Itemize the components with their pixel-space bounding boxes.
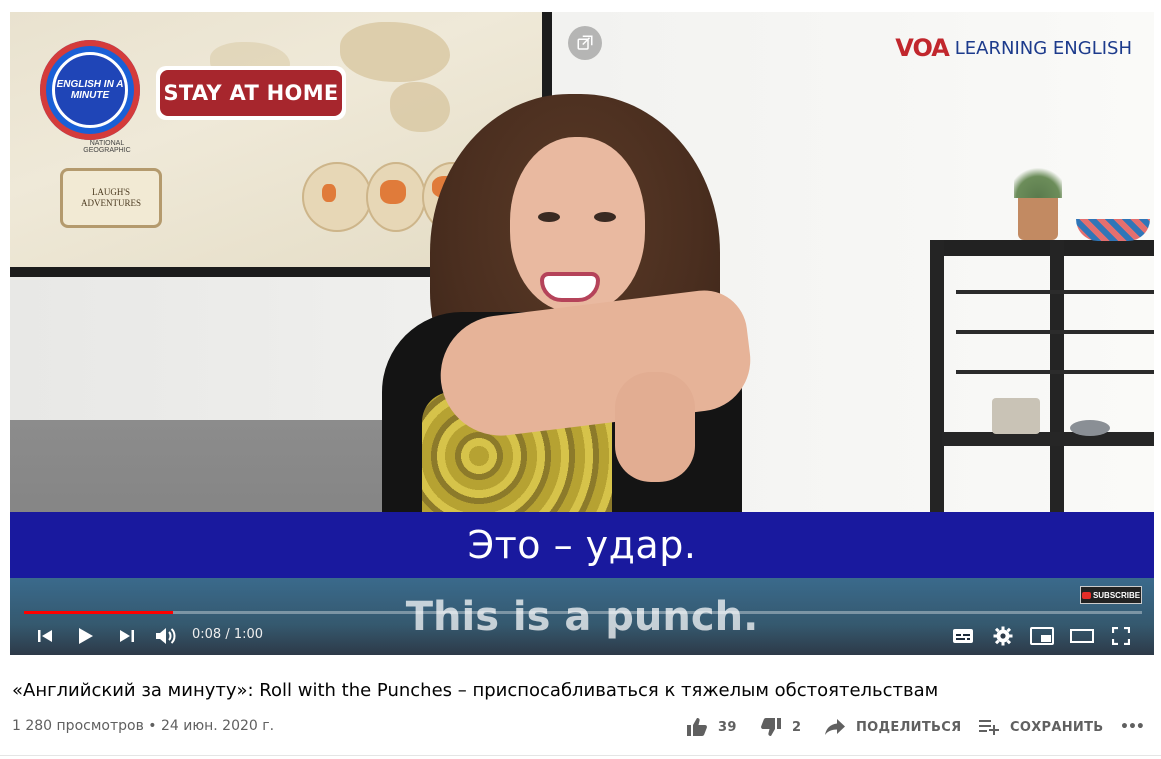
like-button[interactable]: 39	[686, 712, 737, 742]
skip-previous-icon[interactable]	[32, 618, 58, 654]
share-icon	[825, 719, 845, 735]
progress-played	[24, 611, 174, 614]
volume-icon[interactable]	[152, 618, 180, 654]
fullscreen-icon[interactable]	[1108, 618, 1134, 654]
skip-next-icon[interactable]	[114, 618, 140, 654]
like-count: 39	[718, 719, 737, 735]
map-caption: NATIONAL GEOGRAPHIC	[83, 140, 131, 154]
save-label: СОХРАНИТЬ	[1010, 719, 1104, 735]
thumbs-up-icon	[687, 718, 707, 736]
save-button[interactable]: СОХРАНИТЬ	[978, 712, 1103, 742]
dislike-count: 2	[792, 719, 802, 735]
voa-mark: VOA	[895, 34, 949, 62]
more-icon: •••	[1120, 719, 1145, 735]
thumbs-down-icon	[761, 718, 781, 736]
share-label: ПОДЕЛИТЬСЯ	[856, 719, 962, 735]
theater-mode-icon[interactable]	[1068, 618, 1096, 654]
picture-in-picture-icon[interactable]	[568, 26, 602, 60]
subscribe-watermark[interactable]: SUBSCRIBE	[1080, 586, 1142, 604]
certificate-badge: LAUGH'S ADVENTURES	[60, 168, 162, 228]
dislike-button[interactable]: 2	[760, 712, 801, 742]
voa-learning-english-logo: VOA LEARNING ENGLISH	[895, 34, 1132, 62]
learning-english-text: LEARNING ENGLISH	[954, 37, 1132, 59]
miniplayer-icon[interactable]	[1028, 618, 1056, 654]
video-meta-row: 1 280 просмотров • 24 июн. 2020 г. 39 2 …	[12, 710, 1152, 746]
russian-caption-band: Это – удар.	[10, 512, 1154, 578]
english-in-a-minute-logo: ENGLISH IN A MINUTE	[40, 40, 140, 140]
player-controls: 0:08 / 1:00	[10, 618, 1154, 654]
more-actions-button[interactable]: •••	[1120, 712, 1145, 742]
views-and-date: 1 280 просмотров • 24 июн. 2020 г.	[12, 718, 275, 734]
gear-icon[interactable]	[990, 618, 1016, 654]
play-icon[interactable]	[72, 618, 98, 654]
russian-caption: Это – удар.	[467, 523, 697, 567]
progress-bar[interactable]	[24, 611, 1142, 614]
youtube-icon	[1081, 591, 1091, 599]
subtitles-icon[interactable]	[950, 618, 976, 654]
share-button[interactable]: ПОДЕЛИТЬСЯ	[824, 712, 961, 742]
video-player[interactable]: LAUGH'S ADVENTURES NATIONAL GEOGRAPHIC E…	[10, 12, 1154, 655]
time-display: 0:08 / 1:00	[192, 627, 264, 642]
divider	[0, 755, 1161, 756]
playlist-add-icon	[979, 720, 999, 735]
video-title: «Английский за минуту»: Roll with the Pu…	[12, 680, 939, 701]
stay-at-home-badge: STAY AT HOME	[156, 66, 346, 120]
